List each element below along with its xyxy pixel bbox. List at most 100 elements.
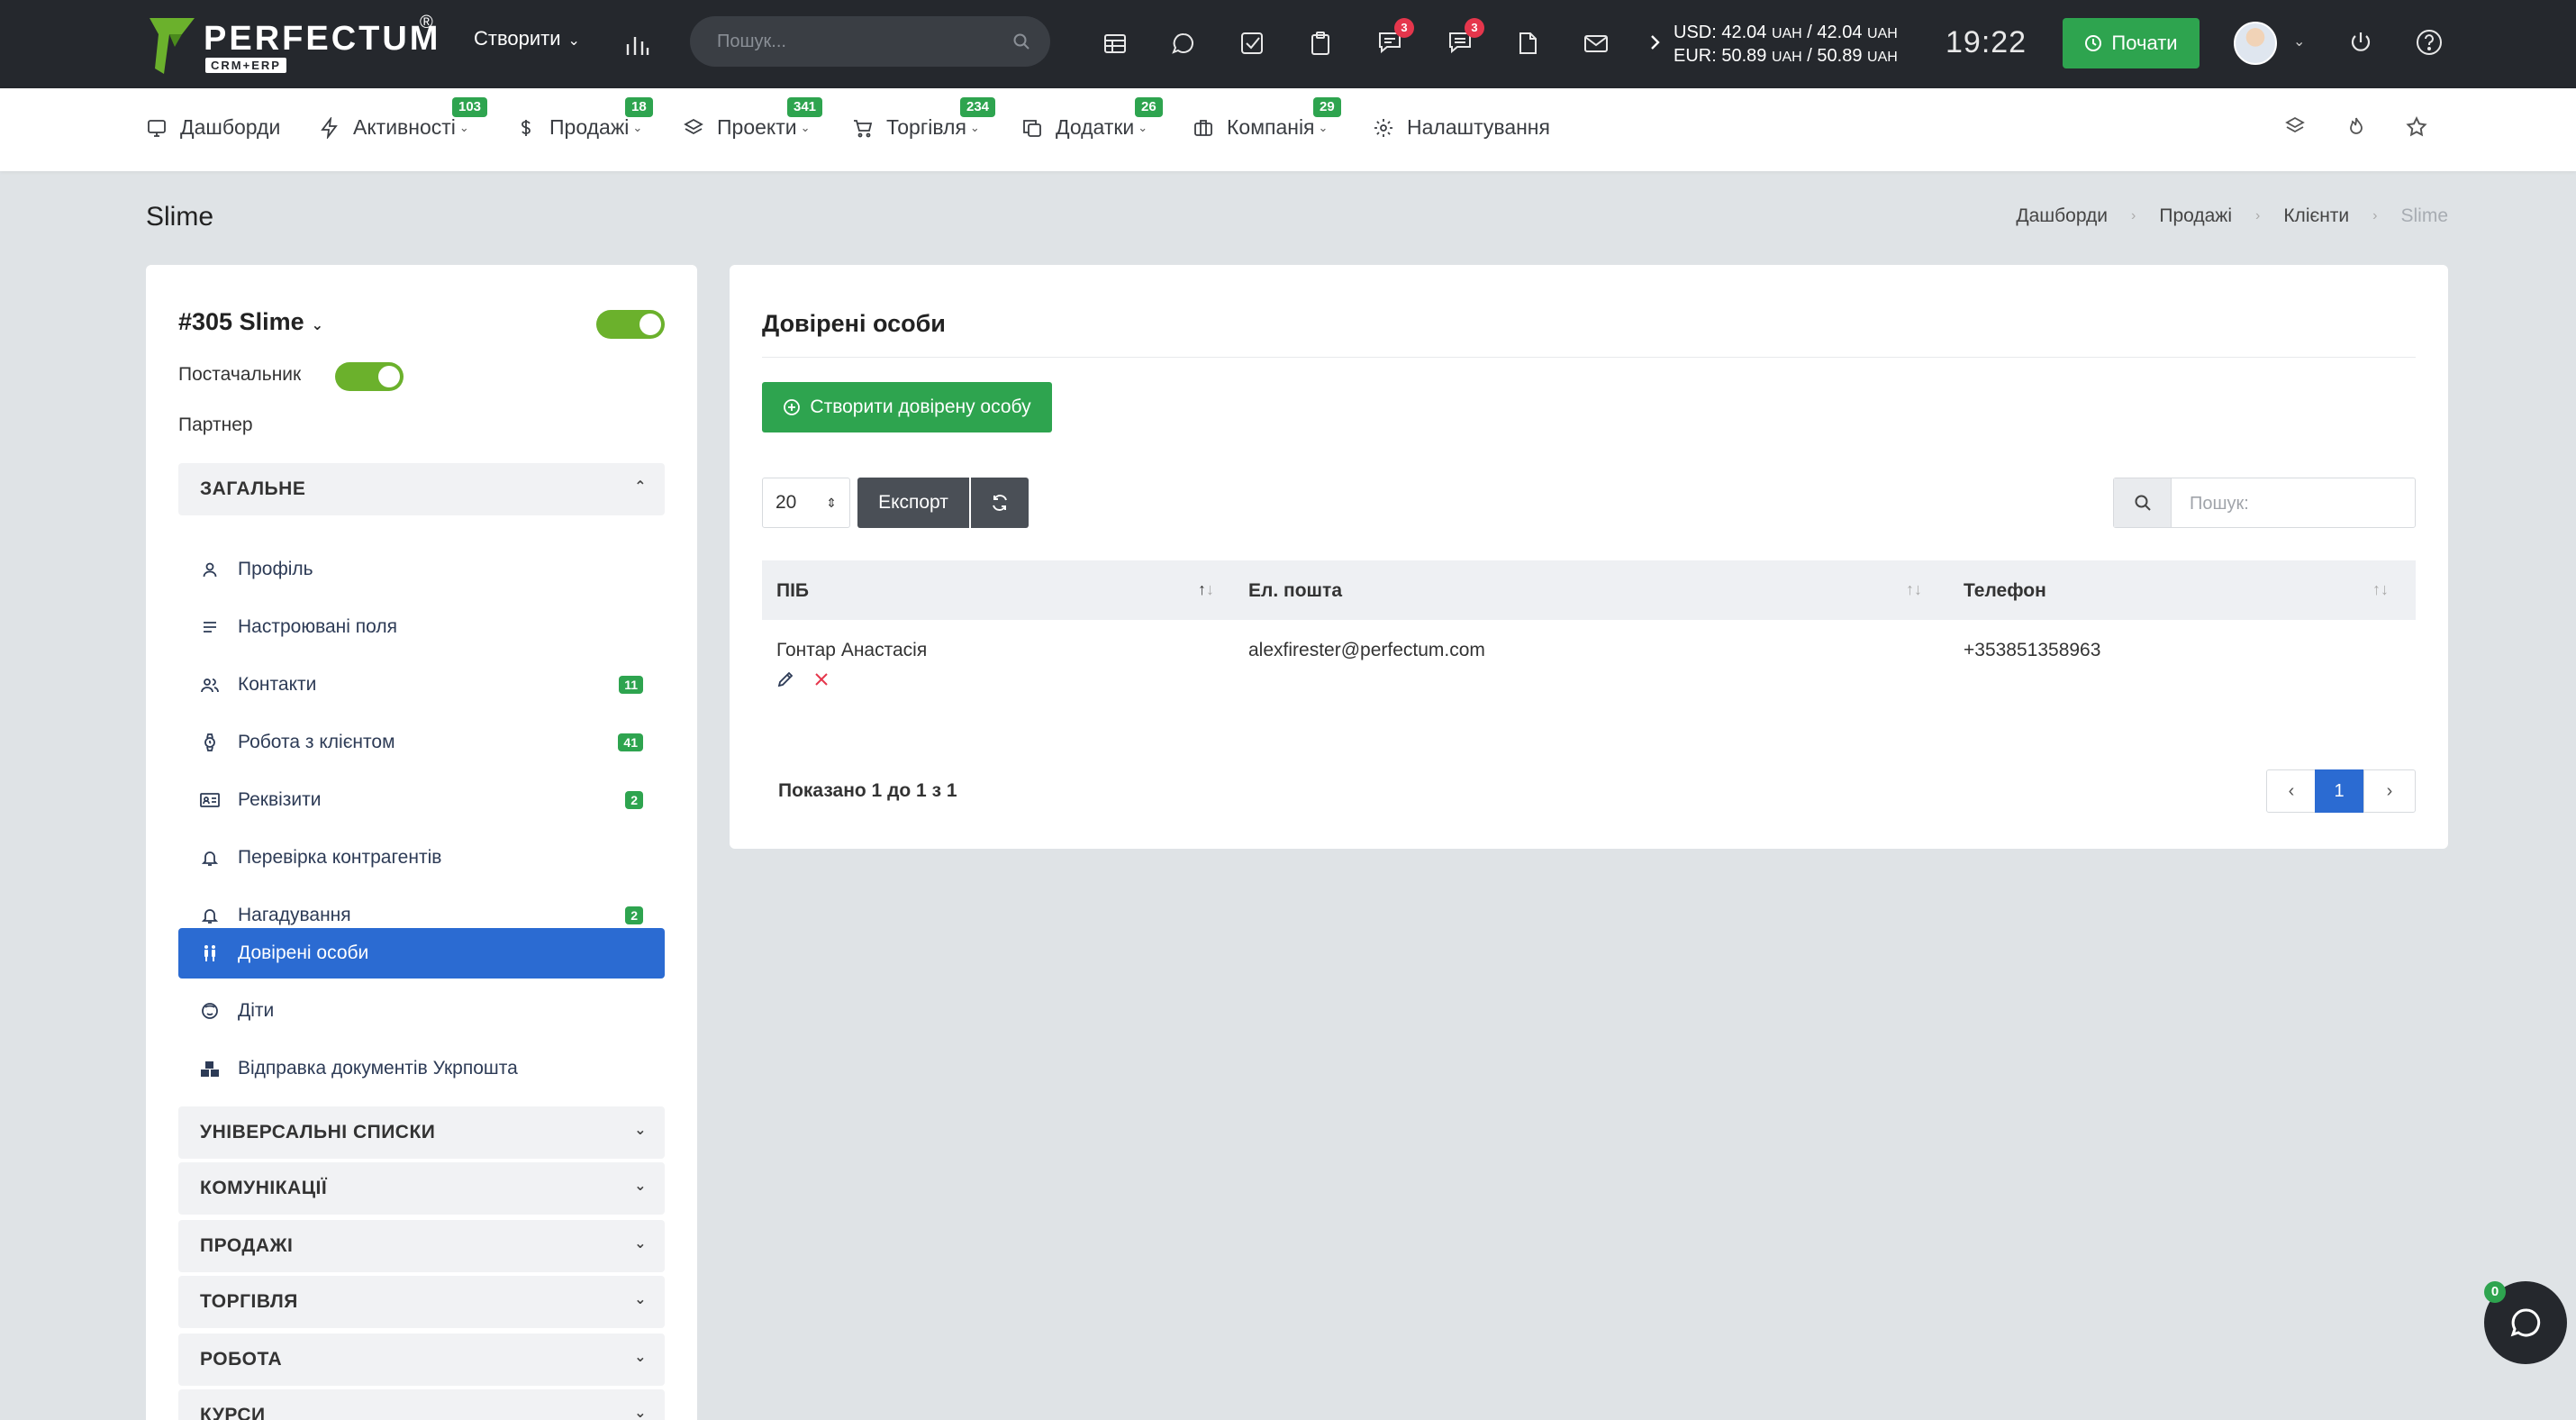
watch-icon <box>200 733 220 752</box>
column-header-email[interactable]: Ел. пошта <box>1248 580 1342 602</box>
edit-pencil-icon[interactable] <box>776 670 794 693</box>
create-menu[interactable]: Створити ⌄ <box>474 27 580 50</box>
nav-badge: 18 <box>625 97 653 117</box>
table-search[interactable] <box>2113 478 2416 528</box>
nav-item-addons[interactable]: Додатки ⌄ 26 <box>1021 97 1163 140</box>
menu-item-trusted-persons[interactable]: Довірені особи <box>178 928 665 979</box>
menu-item-contacts[interactable]: Контакти 11 <box>178 660 665 710</box>
cell-phone: +353851358963 <box>1964 640 2101 660</box>
client-sidebar: #305 Slime ⌄ Постачальник Партнер ЗАГАЛЬН… <box>146 265 697 1420</box>
cell-name[interactable]: Гонтар Анастасія <box>776 640 927 661</box>
chevron-down-icon[interactable]: ⌄ <box>2293 32 2305 50</box>
menu-item-requisites[interactable]: Реквізити 2 <box>178 775 665 825</box>
clipboard-icon[interactable] <box>1306 29 1335 58</box>
nav-item-sales[interactable]: Продажі ⌄ 18 <box>515 97 653 140</box>
help-icon[interactable] <box>2414 27 2444 58</box>
section-communications[interactable]: КОМУНІКАЦІЇ ⌄ <box>178 1162 665 1215</box>
column-header-name[interactable]: ПІБ <box>776 580 809 602</box>
logo[interactable]: PERFECTUM ® CRM+ERP <box>144 11 441 77</box>
nav-item-dashboards[interactable]: Дашборди <box>146 115 280 140</box>
menu-item-children[interactable]: Діти <box>178 986 665 1036</box>
sort-icon[interactable]: ↑↓ <box>2372 580 2389 599</box>
avatar[interactable] <box>2234 22 2277 65</box>
export-button[interactable]: Експорт <box>857 478 969 528</box>
client-name: #305 Slime <box>178 308 304 335</box>
breadcrumb-item[interactable]: Продажі <box>2159 205 2232 227</box>
menu-badge: 2 <box>625 906 643 924</box>
mail-icon[interactable] <box>1582 29 1610 58</box>
plus-circle-icon <box>784 399 801 415</box>
supplier-label: Постачальник <box>178 364 302 385</box>
menu-item-counterparty-check[interactable]: Перевірка контрагентів <box>178 833 665 883</box>
chevron-down-icon: ⌄ <box>969 120 980 134</box>
section-trade[interactable]: ТОРГІВЛЯ ⌄ <box>178 1276 665 1328</box>
menu-label: Настроювані поля <box>238 616 397 637</box>
users-icon <box>200 675 220 695</box>
cart-icon <box>854 119 873 137</box>
comments-icon[interactable]: 3 <box>1374 18 1414 58</box>
logo-text: PERFECTUM <box>204 20 441 58</box>
document-icon[interactable] <box>1513 29 1542 58</box>
supplier-toggle[interactable] <box>335 362 404 391</box>
client-name-dropdown[interactable]: #305 Slime ⌄ <box>178 308 323 336</box>
section-label: КУРСИ <box>200 1405 266 1420</box>
chevron-right-icon: › <box>2372 208 2378 223</box>
refresh-icon <box>993 495 1007 511</box>
global-search-input[interactable] <box>717 29 987 54</box>
nav-item-settings[interactable]: Налаштування <box>1373 115 1550 140</box>
chat-bubble-icon[interactable] <box>1169 29 1198 58</box>
pagination-next[interactable]: › <box>2363 769 2416 813</box>
messages-icon[interactable]: 3 <box>1445 18 1484 58</box>
delete-x-icon[interactable] <box>812 670 830 693</box>
chevron-down-icon: ⌄ <box>311 318 324 333</box>
menu-item-client-work[interactable]: Робота з клієнтом 41 <box>178 717 665 768</box>
child-icon <box>200 1001 220 1021</box>
divider <box>762 357 2416 358</box>
logo-subtitle: CRM+ERP <box>205 58 286 73</box>
global-search[interactable] <box>690 16 1050 67</box>
task-check-icon[interactable] <box>1238 29 1266 58</box>
section-work[interactable]: РОБОТА ⌄ <box>178 1334 665 1386</box>
start-timer-button[interactable]: Почати <box>2063 18 2200 68</box>
menu-item-profile[interactable]: Профіль <box>178 544 665 595</box>
chart-icon[interactable] <box>621 29 652 59</box>
section-general[interactable]: ЗАГАЛЬНЕ ⌃ <box>178 463 665 515</box>
menu-item-ukrposhta[interactable]: Відправка документів Укрпошта <box>178 1043 665 1094</box>
pagination-page[interactable]: 1 <box>2315 769 2363 813</box>
page-number: 1 <box>2334 780 2345 801</box>
breadcrumb-item[interactable]: Дашборди <box>2016 205 2108 227</box>
sort-asc-icon[interactable]: ↑↓ <box>1198 580 1214 599</box>
nav-item-projects[interactable]: Проекти ⌄ 341 <box>683 97 823 140</box>
refresh-button[interactable] <box>971 478 1029 528</box>
table-search-input[interactable] <box>2190 491 2397 516</box>
sort-icon[interactable]: ↑↓ <box>1906 580 1922 599</box>
create-trusted-person-button[interactable]: Створити довірену особу <box>762 382 1052 432</box>
chevron-down-icon: ⌄ <box>634 1236 647 1252</box>
pagination-prev[interactable]: ‹ <box>2266 769 2317 813</box>
main-nav: Дашборди Активності ⌄ 103 Продажі ⌄ 18 П… <box>0 88 2576 171</box>
client-active-toggle[interactable] <box>596 310 665 339</box>
flame-icon[interactable] <box>2345 115 2367 141</box>
column-header-phone[interactable]: Телефон <box>1964 580 2046 602</box>
section-universal-lists[interactable]: УНІВЕРСАЛЬНІ СПИСКИ ⌄ <box>178 1106 665 1159</box>
comments-badge: 3 <box>1394 18 1414 38</box>
id-card-icon <box>200 790 220 810</box>
nav-item-company[interactable]: Компанія ⌄ 29 <box>1193 97 1341 140</box>
nav-item-activities[interactable]: Активності ⌄ 103 <box>319 97 488 140</box>
breadcrumb: Дашборди › Продажі › Клієнти › Slime <box>2016 205 2448 227</box>
nav-item-trade[interactable]: Торгівля ⌄ 234 <box>852 97 996 140</box>
star-icon[interactable] <box>2405 115 2428 143</box>
section-courses[interactable]: КУРСИ ⌄ <box>178 1389 665 1420</box>
power-icon[interactable] <box>2345 27 2376 58</box>
chevron-right-icon[interactable] <box>1646 31 1664 54</box>
calendar-table-icon[interactable] <box>1101 29 1129 58</box>
layers-icon[interactable] <box>2284 115 2306 141</box>
menu-item-custom-fields[interactable]: Настроювані поля <box>178 602 665 652</box>
section-sales[interactable]: ПРОДАЖІ ⌄ <box>178 1220 665 1272</box>
chevron-right-icon: › <box>2255 208 2261 223</box>
chevron-down-icon: ⌄ <box>634 1292 647 1307</box>
nav-badge: 26 <box>1135 97 1163 117</box>
page-size-select[interactable]: 20 ⇕ <box>762 478 850 528</box>
breadcrumb-item[interactable]: Клієнти <box>2283 205 2349 227</box>
chevron-down-icon: ⌄ <box>634 1179 647 1194</box>
